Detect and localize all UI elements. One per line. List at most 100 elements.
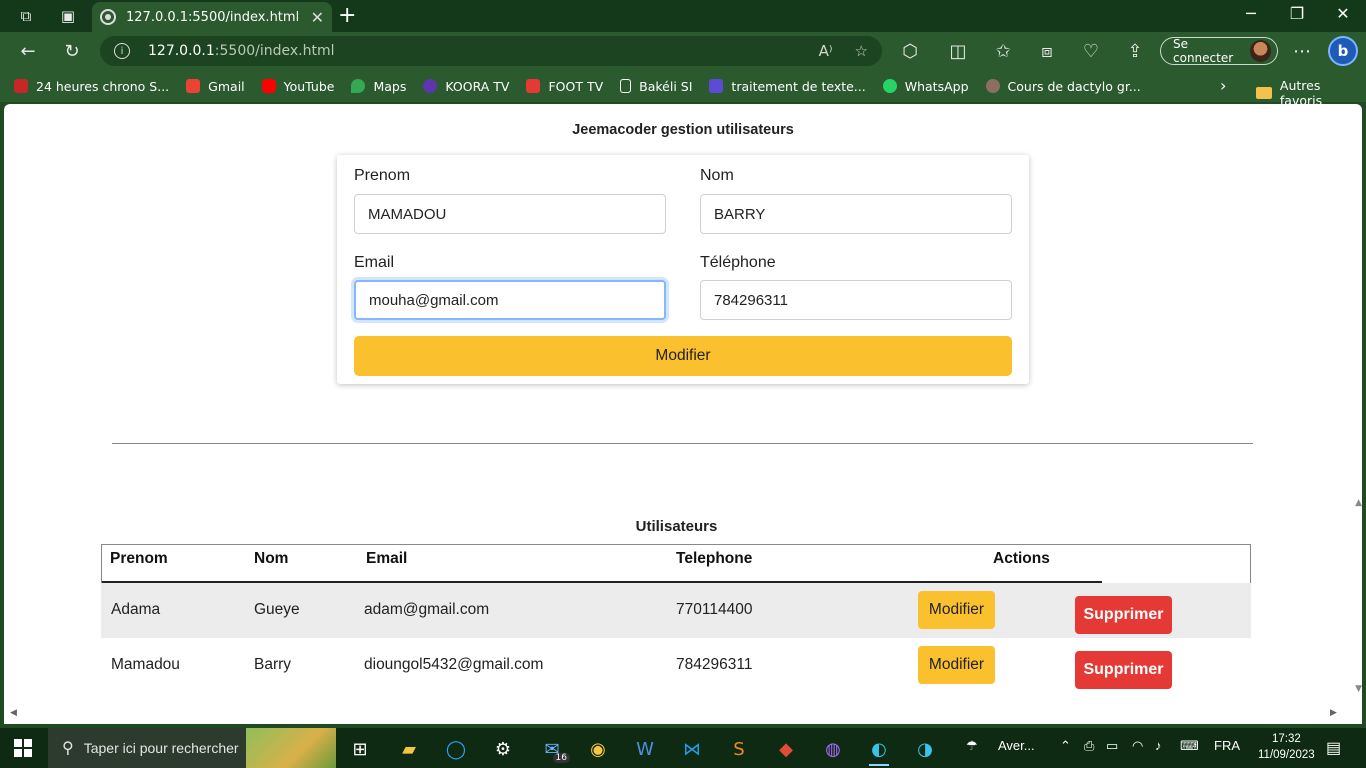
whatsapp-icon bbox=[882, 79, 897, 93]
scroll-down-arrow-icon[interactable]: ▼ bbox=[1355, 684, 1362, 694]
bookmark-item[interactable]: Maps bbox=[351, 79, 406, 94]
chrome-icon[interactable]: ◉ bbox=[580, 732, 616, 766]
git-icon[interactable]: ◆ bbox=[768, 732, 804, 766]
share-icon[interactable]: ⇪ bbox=[1119, 35, 1151, 67]
clock-time: 17:32 bbox=[1271, 733, 1301, 745]
table-row: Adama Gueye adam@gmail.com 770114400 Mod… bbox=[101, 583, 1251, 638]
telephone-input[interactable] bbox=[700, 280, 1012, 320]
cortana-icon[interactable]: ◯ bbox=[438, 732, 474, 766]
keyboard-icon[interactable]: ⌨ bbox=[1180, 738, 1199, 754]
nom-input[interactable] bbox=[700, 194, 1012, 234]
header-prenom: Prenom bbox=[110, 550, 168, 567]
edge-icon[interactable]: ◐ bbox=[861, 732, 897, 766]
delete-row-button[interactable]: Supprimer bbox=[1075, 596, 1172, 634]
header-email: Email bbox=[366, 550, 408, 567]
scroll-up-arrow-icon[interactable]: ▲ bbox=[1355, 498, 1362, 508]
battery-icon[interactable]: ▭ bbox=[1106, 738, 1118, 754]
task-view-icon[interactable]: ⊞ bbox=[342, 732, 378, 766]
bookmarks-overflow-chevron-icon[interactable]: › bbox=[1220, 76, 1226, 95]
bookmark-item[interactable]: FOOT TV bbox=[526, 79, 603, 94]
taskbar-clock[interactable]: 17:32 11/09/2023 bbox=[1258, 731, 1315, 763]
read-aloud-icon[interactable]: A⁾ bbox=[819, 42, 833, 60]
table-header: Prenom Nom Email Telephone Actions bbox=[101, 544, 1251, 583]
bookmark-item[interactable]: YouTube bbox=[261, 79, 334, 94]
bookmark-label: Gmail bbox=[208, 78, 245, 94]
restore-icon[interactable]: ❐ bbox=[1274, 4, 1320, 23]
divider bbox=[112, 443, 1253, 444]
avatar bbox=[1249, 40, 1271, 62]
extensions-icon[interactable]: ⬡ bbox=[894, 35, 926, 67]
bookmark-item[interactable]: WhatsApp bbox=[882, 79, 969, 94]
close-tab-icon[interactable]: ✕ bbox=[311, 8, 324, 27]
users-table: Prenom Nom Email Telephone Actions Adama… bbox=[101, 544, 1251, 693]
performance-icon[interactable]: ♡ bbox=[1075, 35, 1107, 67]
split-screen-icon[interactable]: ◫ bbox=[942, 35, 974, 67]
more-menu-icon[interactable]: ⋯ bbox=[1286, 35, 1318, 67]
vscode-icon[interactable]: ⋈ bbox=[674, 732, 710, 766]
search-icon: ⚲ bbox=[62, 740, 74, 757]
foot-tv-icon bbox=[526, 79, 541, 93]
address-bar[interactable]: i 127.0.0.1:5500/index.html A⁾ ☆ bbox=[100, 36, 882, 66]
text-processing-icon bbox=[709, 79, 724, 93]
weather-text[interactable]: Aver... bbox=[998, 738, 1035, 753]
header-actions: Actions bbox=[993, 550, 1050, 567]
language-indicator[interactable]: FRA bbox=[1214, 738, 1240, 753]
taskbar-search[interactable]: ⚲ Taper ici pour rechercher bbox=[48, 728, 336, 768]
file-explorer-icon[interactable]: ▰ bbox=[391, 732, 427, 766]
edit-row-button[interactable]: Modifier bbox=[918, 646, 995, 684]
minimize-icon[interactable]: ─ bbox=[1228, 4, 1274, 23]
prenom-input[interactable] bbox=[354, 194, 666, 234]
cell-email: dioungol5432@gmail.com bbox=[364, 656, 544, 673]
table-row: Mamadou Barry dioungol5432@gmail.com 784… bbox=[101, 638, 1251, 693]
bookmark-item[interactable]: Bakéli SI bbox=[620, 79, 692, 94]
workspaces-icon[interactable]: ⧉ bbox=[12, 2, 40, 30]
scroll-left-arrow-icon[interactable]: ◀ bbox=[10, 708, 17, 718]
bookmark-label: Cours de dactylo gr... bbox=[1007, 78, 1141, 94]
email-input[interactable] bbox=[354, 280, 666, 320]
notifications-icon[interactable]: ▤ bbox=[1326, 738, 1341, 758]
refresh-icon[interactable]: ↻ bbox=[56, 35, 88, 67]
youtube-icon bbox=[261, 79, 276, 93]
bookmark-favicon-icon bbox=[14, 79, 28, 93]
collections-icon[interactable]: ⧈ bbox=[1031, 35, 1063, 67]
tray-chevron-icon[interactable]: ⌃ bbox=[1060, 738, 1071, 754]
bookmark-item[interactable]: Cours de dactylo gr... bbox=[985, 78, 1141, 94]
edge-dev-icon[interactable]: ◑ bbox=[907, 732, 943, 766]
page-icon bbox=[620, 79, 632, 93]
active-tab[interactable]: 127.0.0.1:5500/index.html ✕ bbox=[92, 2, 332, 32]
close-window-icon[interactable]: ✕ bbox=[1320, 4, 1366, 23]
submit-modifier-button[interactable]: Modifier bbox=[354, 336, 1012, 376]
sublime-text-icon[interactable]: S bbox=[721, 732, 757, 766]
volume-icon[interactable]: ♪ bbox=[1155, 738, 1162, 753]
word-icon[interactable]: W bbox=[627, 732, 663, 766]
bookmark-item[interactable]: traitement de texte... bbox=[709, 79, 866, 94]
taskbar-search-placeholder: Taper ici pour rechercher bbox=[83, 740, 239, 756]
edit-row-button[interactable]: Modifier bbox=[918, 591, 995, 629]
favorites-icon[interactable]: ✩ bbox=[987, 35, 1019, 67]
bing-copilot-icon[interactable]: b bbox=[1328, 36, 1358, 66]
weather-umbrella-icon[interactable]: ☂ bbox=[966, 738, 978, 754]
bookmark-item[interactable]: 24 heures chrono S... bbox=[14, 79, 169, 94]
sign-in-button[interactable]: Se connecter bbox=[1160, 37, 1278, 65]
prenom-label: Prenom bbox=[354, 167, 411, 184]
tab-actions-icon[interactable]: ▣ bbox=[54, 2, 82, 30]
site-info-icon[interactable]: i bbox=[114, 43, 130, 59]
meet-now-icon[interactable]: ⎙ bbox=[1084, 738, 1094, 754]
tab-favicon-icon bbox=[100, 9, 116, 25]
bookmark-item[interactable]: KOORA TV bbox=[423, 79, 509, 94]
back-icon[interactable]: ← bbox=[12, 35, 44, 67]
wifi-icon[interactable]: ◠ bbox=[1132, 738, 1143, 754]
favorite-star-icon[interactable]: ☆ bbox=[855, 42, 868, 60]
page-title: Jeemacoder gestion utilisateurs bbox=[572, 122, 794, 138]
dactylo-icon bbox=[985, 79, 1000, 93]
delete-row-button[interactable]: Supprimer bbox=[1075, 651, 1172, 689]
mail-icon[interactable]: ✉ 16 bbox=[534, 732, 570, 766]
maps-pin-icon bbox=[351, 79, 366, 93]
bookmark-item[interactable]: Gmail bbox=[186, 78, 245, 94]
new-tab-icon[interactable]: + bbox=[338, 3, 356, 28]
messenger-icon[interactable]: ◍ bbox=[815, 732, 851, 766]
windows-start-icon[interactable] bbox=[14, 739, 32, 757]
cell-prenom: Adama bbox=[111, 601, 161, 618]
scroll-right-arrow-icon[interactable]: ▶ bbox=[1330, 708, 1337, 718]
settings-gear-icon[interactable]: ⚙ bbox=[485, 732, 521, 766]
